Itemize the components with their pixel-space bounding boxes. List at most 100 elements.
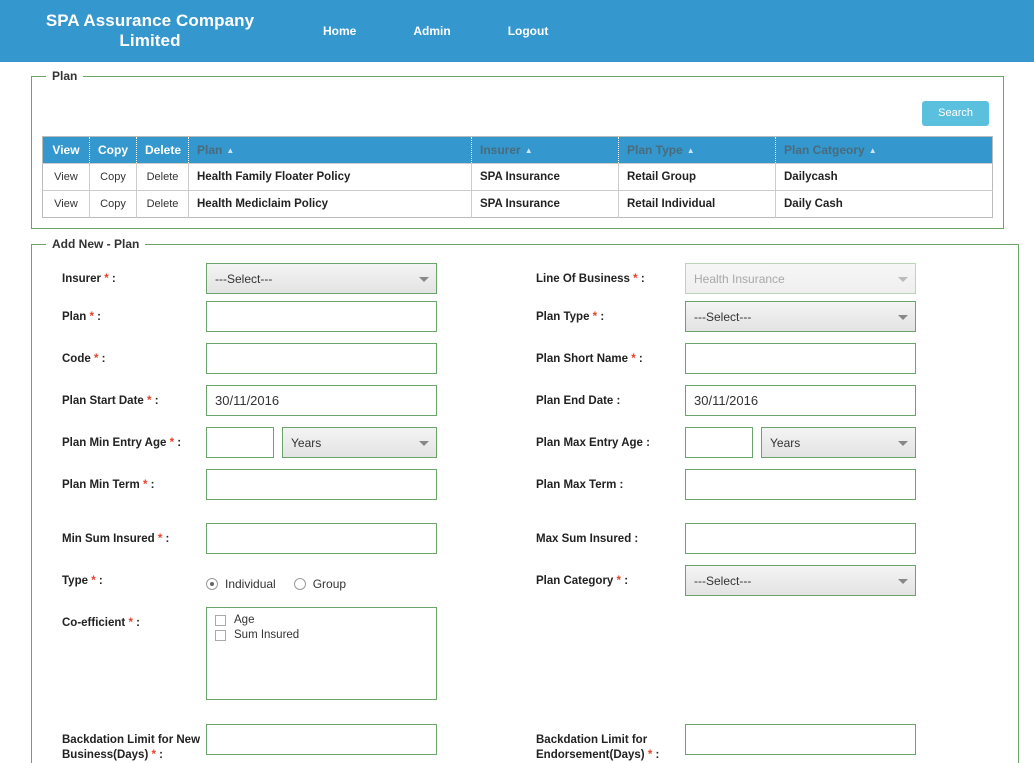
checkbox-age-icon[interactable]	[215, 614, 226, 626]
sort-link-plan-category[interactable]: Plan Catgeory	[784, 143, 865, 157]
required-asterisk: *	[89, 311, 94, 323]
row-action-copy[interactable]: Copy	[89, 163, 137, 191]
form-row-insurer: Insurer * : ---Select--- Line Of Busines…	[42, 263, 1008, 294]
nav-link-admin[interactable]: Admin	[413, 24, 450, 38]
radio-option-individual[interactable]: Individual	[206, 577, 276, 591]
row-action-delete[interactable]: Delete	[136, 163, 189, 191]
nav-link-home[interactable]: Home	[323, 24, 356, 38]
column-header-plan[interactable]: Plan ▲	[188, 136, 472, 164]
plan-input[interactable]	[206, 301, 437, 332]
label-type: Type * :	[62, 575, 103, 587]
nav-link-logout[interactable]: Logout	[508, 24, 549, 38]
plan-min-entry-age-unit-select[interactable]: Years	[282, 427, 437, 458]
label-plan-start-date: Plan Start Date * :	[62, 395, 159, 407]
chevron-down-icon	[898, 276, 908, 282]
row-action-view[interactable]: View	[42, 163, 90, 191]
min-sum-insured-input[interactable]	[206, 523, 437, 554]
max-sum-insured-input[interactable]	[685, 523, 916, 554]
checkbox-option-age[interactable]: Age	[215, 614, 428, 626]
label-code: Code * :	[62, 353, 106, 365]
cell-plan-category: Dailycash	[775, 163, 993, 191]
add-new-plan-legend: Add New - Plan	[52, 237, 140, 251]
chevron-down-icon	[419, 276, 429, 282]
page-body: Plan Search View Copy Delete Plan ▲ Insur…	[0, 62, 1034, 763]
view-link[interactable]: View	[54, 198, 78, 210]
view-link[interactable]: View	[54, 171, 78, 183]
sort-link-plan[interactable]: Plan	[197, 143, 222, 157]
insurer-select[interactable]: ---Select---	[206, 263, 437, 294]
backdation-new-business-input[interactable]	[206, 724, 437, 755]
content-container: Plan Search View Copy Delete Plan ▲ Insur…	[31, 62, 1019, 763]
required-asterisk: *	[616, 575, 622, 587]
coefficient-checkbox-list[interactable]: Age Sum Insured	[206, 607, 437, 700]
table-row: View Copy Delete Health Family Floater P…	[42, 163, 993, 191]
cell-plan-category: Daily Cash	[775, 190, 993, 218]
form-row-backdation: Backdation Limit for New Business(Days) …	[42, 724, 1008, 763]
label-plan-max-term: Plan Max Term :	[536, 479, 624, 491]
chevron-down-icon	[419, 440, 429, 446]
cell-plan: Health Mediclaim Policy	[188, 190, 472, 218]
plan-min-term-input[interactable]	[206, 469, 437, 500]
sort-ascending-icon: ▲	[226, 146, 235, 155]
plan-short-name-input[interactable]	[685, 343, 916, 374]
search-button[interactable]: Search	[922, 101, 989, 126]
radio-option-group[interactable]: Group	[293, 577, 347, 591]
form-row-plan-term: Plan Min Term * : Plan Max Term :	[42, 469, 1008, 500]
checkbox-sum-insured-icon[interactable]	[215, 629, 226, 641]
checkbox-option-sum-insured[interactable]: Sum Insured	[215, 629, 428, 641]
cell-plan: Health Family Floater Policy	[188, 163, 472, 191]
label-max-sum-insured: Max Sum Insured :	[536, 533, 639, 545]
copy-link[interactable]: Copy	[100, 171, 126, 183]
column-header-insurer[interactable]: Insurer ▲	[471, 136, 619, 164]
plan-max-term-input[interactable]	[685, 469, 916, 500]
delete-link[interactable]: Delete	[147, 171, 179, 183]
label-plan-category: Plan Category * :	[536, 575, 629, 587]
row-action-view[interactable]: View	[42, 190, 90, 218]
cell-insurer: SPA Insurance	[471, 163, 619, 191]
radio-group-label: Group	[312, 577, 347, 591]
label-plan-type: Plan Type * :	[536, 311, 605, 323]
row-action-delete[interactable]: Delete	[136, 190, 189, 218]
plan-min-entry-age-input[interactable]	[206, 427, 274, 458]
required-asterisk: *	[633, 273, 638, 285]
plan-max-entry-age-unit-select[interactable]: Years	[761, 427, 916, 458]
plan-max-entry-age-input[interactable]	[685, 427, 753, 458]
plan-category-select[interactable]: ---Select---	[685, 565, 916, 596]
cell-plan-type: Retail Group	[618, 163, 776, 191]
required-asterisk: *	[104, 273, 109, 285]
column-header-plan-category[interactable]: Plan Catgeory ▲	[775, 136, 993, 164]
sort-link-insurer[interactable]: Insurer	[480, 143, 521, 157]
sort-ascending-icon: ▲	[524, 146, 533, 155]
label-plan: Plan * :	[62, 311, 102, 323]
add-new-plan-panel: Add New - Plan Insurer * : ---Select--- …	[31, 237, 1019, 763]
column-header-plan-type[interactable]: Plan Type ▲	[618, 136, 776, 164]
copy-link[interactable]: Copy	[100, 198, 126, 210]
sort-link-plan-type[interactable]: Plan Type	[627, 143, 683, 157]
insurer-select-value: ---Select---	[215, 271, 273, 286]
code-input[interactable]	[206, 343, 437, 374]
radio-individual-icon[interactable]	[206, 578, 218, 590]
required-asterisk: *	[147, 395, 152, 407]
required-asterisk: *	[128, 617, 133, 629]
add-new-plan-form: Insurer * : ---Select--- Line Of Busines…	[42, 251, 1008, 763]
required-asterisk: *	[91, 575, 96, 587]
label-line-of-business: Line Of Business * :	[536, 273, 645, 285]
top-navigation-bar: SPA Assurance Company Limited Home Admin…	[0, 0, 1034, 62]
label-coefficient: Co-efficient * :	[62, 617, 140, 629]
line-of-business-select-value: Health Insurance	[694, 271, 785, 286]
column-header-copy: Copy	[89, 136, 137, 164]
row-action-copy[interactable]: Copy	[89, 190, 137, 218]
radio-group-icon[interactable]	[293, 578, 306, 590]
plan-category-select-value: ---Select---	[694, 573, 752, 588]
radio-individual-label: Individual	[225, 577, 276, 591]
label-plan-short-name: Plan Short Name * :	[536, 353, 643, 365]
label-insurer: Insurer * :	[62, 273, 116, 285]
plan-type-select[interactable]: ---Select---	[685, 301, 916, 332]
backdation-endorsement-input[interactable]	[685, 724, 916, 755]
line-of-business-select: Health Insurance	[685, 263, 916, 294]
plan-start-date-input[interactable]	[206, 385, 437, 416]
delete-link[interactable]: Delete	[147, 198, 179, 210]
plan-end-date-input[interactable]	[685, 385, 916, 416]
cell-plan-type: Retail Individual	[618, 190, 776, 218]
plan-grid: View Copy Delete Plan ▲ Insurer ▲ Plan Typ…	[42, 136, 993, 218]
